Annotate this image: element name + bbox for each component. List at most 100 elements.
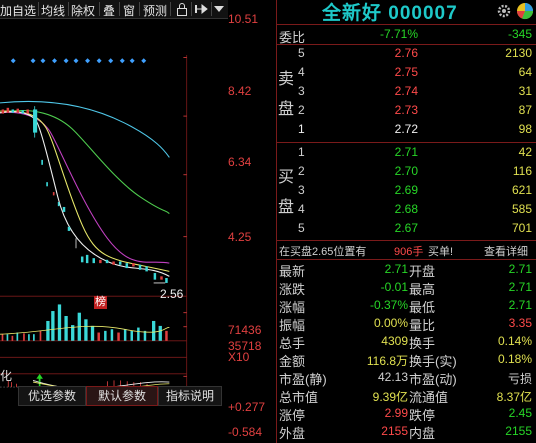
stat-label: 涨停	[279, 408, 306, 423]
divider	[276, 142, 536, 143]
order-ratio-row: 委比 -7.71% -345	[276, 26, 536, 45]
stat-value: 0.00%	[373, 316, 408, 330]
divider	[276, 259, 536, 260]
toolbar-divider	[68, 2, 69, 16]
macd-tick: +0.277	[228, 400, 266, 414]
ma-line-mid	[0, 110, 170, 214]
window-button[interactable]: 窗	[123, 2, 135, 19]
volume-bars	[1, 304, 168, 341]
order-ratio-pct: -7.71%	[379, 27, 418, 41]
stat-value: -0.01	[380, 280, 408, 294]
view-details-link[interactable]: 查看详细	[484, 243, 528, 259]
order-ratio-diff: -345	[507, 27, 532, 41]
kline-chart[interactable]	[0, 18, 228, 443]
price-tick: 4.25	[228, 230, 252, 244]
toolbar-divider	[211, 2, 212, 16]
stat-label: 换手	[409, 336, 436, 351]
tab-optimized-params[interactable]: 优选参数	[18, 386, 86, 406]
stat-row: 涨停 2.99 跌停 2.45	[276, 405, 536, 423]
stat-label: 最低	[409, 300, 436, 315]
stat-value: 42.13	[377, 370, 408, 384]
stat-row: 振幅 0.00% 量比 3.35	[276, 315, 536, 333]
chevron-down-icon[interactable]	[214, 6, 224, 12]
rank-badge[interactable]: 榜	[94, 296, 107, 309]
forecast-button[interactable]: 预测	[143, 2, 167, 19]
stat-value: 2.71	[508, 280, 532, 294]
tab-indicator-help[interactable]: 指标说明	[158, 386, 222, 406]
divider	[276, 24, 536, 25]
stat-value: 2155	[381, 424, 408, 438]
bid-level[interactable]: 3 2.69 621	[276, 182, 536, 201]
bid-level[interactable]: 2 2.70 116	[276, 163, 536, 182]
stat-row: 金额 116.8万 换手(实) 0.18%	[276, 351, 536, 369]
chart-toolbar: 加自选 均线 除权 叠 窗 预测	[0, 0, 228, 19]
moving-average-button[interactable]: 均线	[41, 2, 65, 19]
stat-label: 总手	[279, 336, 306, 351]
price-tick: 6.34	[228, 155, 252, 169]
macd-tick: -0.584	[228, 425, 263, 439]
stat-row: 市盈(静) 42.13 市盈(动) 亏损	[276, 369, 536, 387]
stat-label: 内盘	[409, 426, 436, 441]
stat-value: 116.8万	[366, 354, 408, 368]
ex-rights-button[interactable]: 除权	[71, 2, 95, 19]
settings-gear-icon[interactable]	[496, 3, 512, 19]
stat-label: 涨幅	[279, 300, 306, 315]
toolbar-divider	[170, 2, 171, 16]
stat-value: 2.71	[508, 262, 532, 276]
price-tick: 10.51	[228, 12, 259, 26]
stat-value: 2.99	[384, 406, 408, 420]
toolbar-divider	[38, 2, 39, 16]
pie-chart-icon[interactable]	[516, 2, 534, 20]
ask-level[interactable]: 3 2.74 31	[276, 83, 536, 102]
stat-label: 市盈(静)	[279, 372, 327, 387]
ma-line-short	[0, 111, 170, 277]
ma-line-slow	[0, 111, 170, 264]
volume-tick: 71436	[228, 323, 262, 337]
stat-label: 最新	[279, 264, 306, 279]
bid-level[interactable]: 4 2.68 585	[276, 201, 536, 220]
stat-value: 3.35	[508, 316, 532, 330]
stat-value: 2.71	[384, 262, 408, 276]
toolbar-divider	[99, 2, 100, 16]
stat-value: 2.45	[508, 406, 532, 420]
stat-row: 总手 4309 换手 0.14%	[276, 333, 536, 351]
pin-icon[interactable]	[195, 3, 209, 15]
stat-label: 涨跌	[279, 282, 306, 297]
stat-value: 8.37亿	[496, 390, 532, 404]
stat-label: 金额	[279, 354, 306, 369]
bid-level[interactable]: 1 2.71 42	[276, 144, 536, 163]
ma-line-long	[0, 100, 170, 158]
notice-action: 买单!	[428, 246, 454, 258]
stat-value: -0.37%	[369, 298, 408, 312]
add-watchlist-button[interactable]: 加自选	[0, 2, 36, 19]
toolbar-divider	[191, 2, 192, 16]
stat-value: 2155	[505, 424, 532, 438]
stat-label: 量比	[409, 318, 436, 333]
overlay-button[interactable]: 叠	[103, 2, 115, 19]
ask-level[interactable]: 2 2.73 87	[276, 102, 536, 121]
stat-label: 市盈(动)	[409, 372, 457, 387]
notice-text: 在买盘2.65位置有	[279, 246, 367, 258]
stat-row: 涨幅 -0.37% 最低 2.71	[276, 297, 536, 315]
stat-label: 跌停	[409, 408, 436, 423]
big-order-notice: 在买盘2.65位置有 906手 买单! 查看详细	[276, 241, 536, 259]
low-price-label: 2.56	[160, 287, 184, 301]
ask-level[interactable]: 1 2.72 98	[276, 121, 536, 140]
stat-label: 开盘	[409, 264, 436, 279]
stat-label: 外盘	[279, 426, 306, 441]
stat-value: 0.14%	[497, 334, 532, 348]
tab-default-params[interactable]: 默认参数	[86, 386, 158, 406]
arrow-down-icon	[36, 373, 43, 383]
indicator-name: 化	[0, 369, 13, 383]
stat-row: 涨跌 -0.01 最高 2.71	[276, 279, 536, 297]
ask-level[interactable]: 5 2.76 2130	[276, 45, 536, 64]
ask-level[interactable]: 4 2.75 64	[276, 64, 536, 83]
stat-label: 振幅	[279, 318, 306, 333]
lock-icon[interactable]	[176, 2, 188, 16]
stat-value: 亏损	[507, 372, 532, 386]
notice-amount: 906手	[394, 246, 424, 258]
volume-unit: X10	[228, 350, 250, 364]
toolbar-divider	[119, 2, 120, 16]
bid-level[interactable]: 5 2.67 701	[276, 220, 536, 239]
stat-value: 2.71	[508, 298, 532, 312]
